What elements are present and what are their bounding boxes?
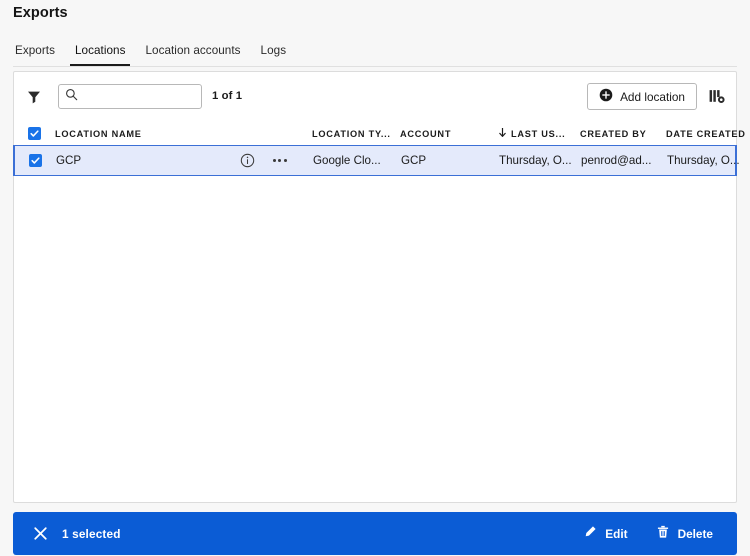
column-header-location-name[interactable]: LOCATION NAME (55, 129, 238, 139)
tab-logs[interactable]: Logs (251, 42, 297, 66)
column-header-location-type[interactable]: LOCATION TY... (312, 129, 400, 139)
close-icon[interactable] (31, 525, 49, 543)
search-input[interactable] (83, 86, 195, 107)
arrow-down-icon (498, 127, 507, 140)
trash-icon (656, 525, 670, 542)
selection-count-label: 1 selected (62, 526, 121, 541)
delete-button-label: Delete (677, 526, 713, 541)
search-icon (65, 88, 78, 106)
edit-button-label: Edit (605, 526, 628, 541)
select-all-checkbox[interactable] (28, 127, 41, 140)
cell-account: GCP (401, 154, 427, 167)
locations-table: LOCATION NAME LOCATION TY... ACCOUNT LAS… (13, 122, 745, 176)
search-box[interactable] (58, 84, 202, 109)
cell-location-type: Google Clo... (313, 154, 381, 167)
row-checkbox[interactable] (29, 154, 42, 167)
row-actions-cell (239, 152, 313, 169)
tab-bar: Exports Locations Location accounts Logs (0, 42, 750, 67)
column-header-last-used-label: LAST US... (511, 128, 566, 139)
add-location-button[interactable]: Add location (587, 83, 697, 110)
app-root: Exports Exports Locations Location accou… (0, 0, 750, 556)
cell-created-by: penrod@ad... (581, 154, 652, 167)
column-header-last-used[interactable]: LAST US... (498, 127, 580, 140)
delete-button[interactable]: Delete (646, 519, 723, 548)
cell-last-used: Thursday, O... (499, 154, 572, 167)
select-all-cell (14, 127, 55, 140)
result-count: 1 of 1 (212, 90, 243, 102)
column-header-date-created[interactable]: DATE CREATED (666, 129, 750, 139)
tab-location-accounts[interactable]: Location accounts (135, 42, 250, 66)
info-icon[interactable] (239, 152, 256, 169)
pencil-icon (583, 525, 597, 542)
plus-circle-icon (599, 88, 613, 105)
tab-locations[interactable]: Locations (65, 42, 135, 66)
row-select-cell (15, 154, 56, 167)
cell-location-name: GCP (56, 154, 82, 167)
columns-settings-icon[interactable] (706, 86, 728, 108)
edit-button[interactable]: Edit (573, 519, 637, 548)
add-location-button-label: Add location (620, 89, 685, 104)
cell-date-created: Thursday, O... (667, 154, 740, 167)
table-row[interactable]: GCP Google Clo... GCP Thursday, O... pen… (13, 145, 740, 176)
column-header-created-by[interactable]: CREATED BY (580, 129, 666, 139)
tab-exports[interactable]: Exports (5, 42, 65, 66)
tab-bar-divider (13, 66, 737, 67)
more-options-icon[interactable] (273, 159, 287, 162)
filter-icon[interactable] (23, 86, 45, 108)
table-header-row: LOCATION NAME LOCATION TY... ACCOUNT LAS… (14, 122, 745, 145)
selection-action-bar: 1 selected Edit Delete (13, 512, 737, 555)
page-title: Exports (13, 5, 68, 21)
column-header-account[interactable]: ACCOUNT (400, 129, 498, 139)
locations-card: 1 of 1 Add location LOCATION NAME LOCATI… (13, 71, 745, 503)
table-toolbar: 1 of 1 Add location (14, 72, 736, 122)
